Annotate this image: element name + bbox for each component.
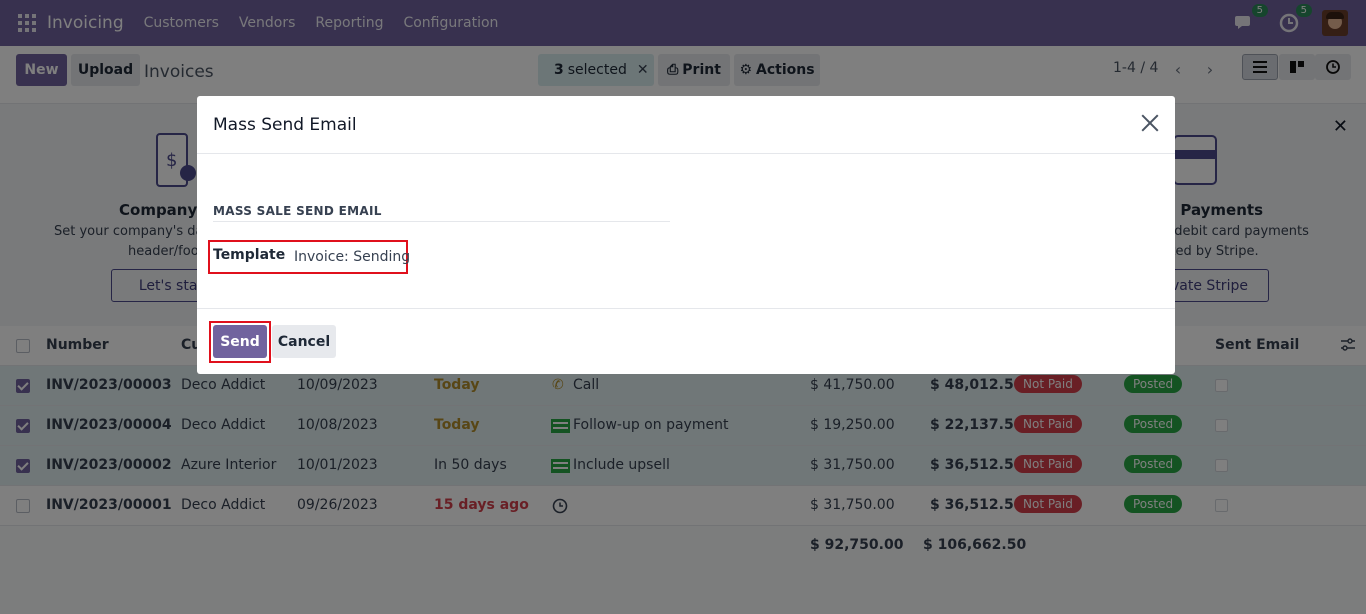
template-field[interactable]: Invoice: Sending bbox=[294, 249, 410, 265]
section-divider bbox=[213, 221, 670, 222]
template-label: Template bbox=[213, 247, 286, 263]
section-title: MASS SALE SEND EMAIL bbox=[213, 204, 382, 218]
dialog-footer bbox=[197, 308, 1175, 374]
close-icon[interactable] bbox=[1139, 112, 1161, 134]
send-button[interactable]: Send bbox=[213, 325, 267, 358]
cancel-button[interactable]: Cancel bbox=[272, 325, 336, 358]
dialog-title: Mass Send Email bbox=[213, 115, 357, 135]
mass-send-email-dialog: Mass Send Email MASS SALE SEND EMAIL Tem… bbox=[197, 96, 1175, 374]
dialog-header: Mass Send Email bbox=[197, 96, 1175, 154]
